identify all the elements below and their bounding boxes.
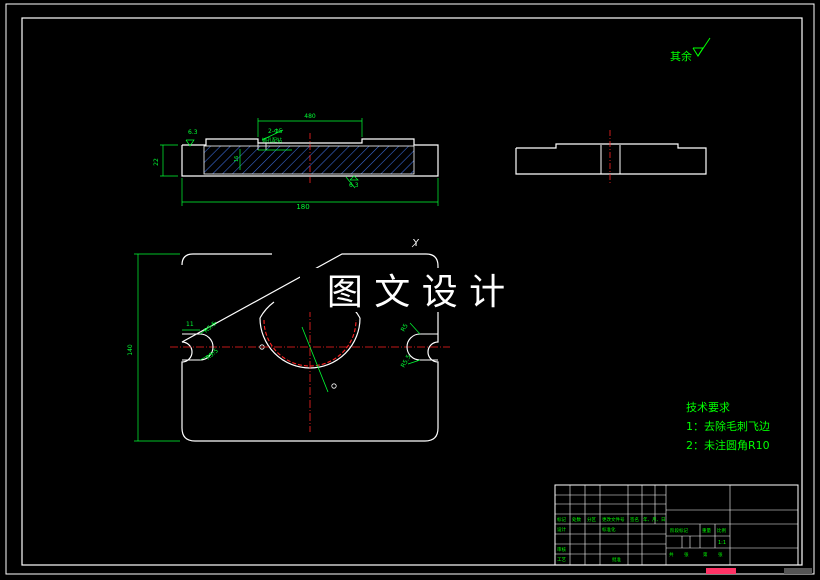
slot-left-width-label: 11	[186, 321, 194, 328]
tb-label-date: 年、月、日	[643, 516, 666, 523]
taskbar-indicator-2	[784, 568, 812, 574]
taskbar-indicator	[706, 568, 736, 574]
axis-y-label: Y	[412, 238, 420, 249]
roughness-note-text: 其余	[670, 49, 692, 63]
tb-label-review: 审核	[557, 546, 566, 553]
tech-requirement-item-1: 1：去除毛刺飞边	[686, 419, 770, 433]
dim-top-label: 480	[304, 113, 316, 120]
tb-label-weight: 重量	[702, 527, 711, 534]
tb-label-stage: 阶段标记	[670, 527, 688, 534]
tb-label-change-doc: 更改文件号	[602, 516, 625, 523]
watermark: 图 文 设 计	[300, 268, 532, 313]
dim-hole-label: 2-Φ5	[268, 128, 283, 135]
tb-label-approve: 批准	[612, 556, 621, 563]
tb-sheets-label-1: 张	[684, 551, 689, 558]
tb-sheets-label-2: 张	[718, 551, 723, 558]
tb-label-zone: 分区	[587, 516, 596, 523]
dim-width-label: 180	[296, 203, 309, 211]
tb-label-sign: 签名	[630, 516, 639, 523]
tb-sheets-total: 共	[669, 551, 674, 558]
tech-requirement-item-2: 2：未注圆角R10	[686, 438, 770, 452]
dim-depth-label: 16	[234, 156, 240, 162]
roughness-left-label: 6.3	[188, 129, 198, 136]
tb-label-count: 处数	[572, 516, 581, 523]
engineering-drawing: 其余 180 480 22 2-Φ5 铸孔配钻 16 6.3 6.3 Y 140…	[0, 0, 820, 576]
roughness-bottom-label: 6.3	[349, 182, 359, 189]
tb-label-standard: 标准化	[602, 526, 616, 533]
dim-height-label: 22	[153, 158, 160, 166]
plan-dim-height-label: 140	[127, 344, 134, 356]
tb-scale-value: 1:1	[718, 540, 726, 546]
dim-hole-note: 铸孔配钻	[262, 137, 282, 144]
tb-label-mark: 标记	[557, 516, 566, 523]
tb-label-process: 工艺	[557, 557, 566, 563]
tech-requirements-title: 技术要求	[686, 401, 730, 414]
cad-drawing-canvas: 其余 180 480 22 2-Φ5 铸孔配钻 16 6.3 6.3 Y 140…	[0, 0, 820, 576]
tb-sheet-of: 第	[703, 551, 708, 558]
tb-label-scale: 比例	[717, 527, 726, 534]
watermark-text: 图 文 设 计	[327, 272, 505, 313]
tb-label-design: 设计	[557, 526, 566, 533]
